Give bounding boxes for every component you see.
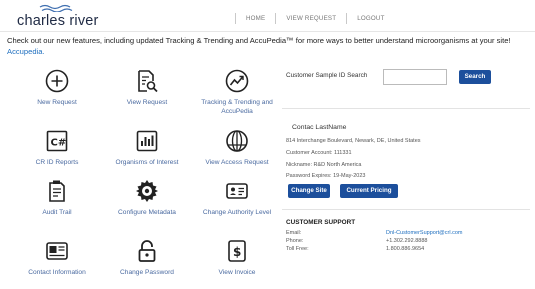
contact-address: 814 Interchange Boulevard, Newark, DE, U… — [286, 138, 421, 144]
view-request-tile[interactable]: View Request — [102, 68, 192, 107]
password-expiry: Password Expires: 19-May-2023 — [286, 173, 366, 179]
tile-label-view-invoice: View Invoice — [218, 269, 256, 276]
tile-label-cr-id-reports: CR ID Reports — [35, 159, 79, 166]
organisms-of-interest-tile[interactable]: Organisms of Interest — [102, 128, 192, 167]
document-search-icon — [138, 70, 158, 93]
gear-icon — [136, 180, 158, 202]
support-tollfree: 1.800.886.9654 — [386, 246, 425, 252]
search-button[interactable]: Search — [459, 70, 491, 84]
tile-label-contact-information: Contact Information — [28, 269, 86, 276]
tile-label-view-access-request: View Access Request — [205, 159, 269, 166]
cr-id-reports-tile[interactable]: C# CR ID Reports — [12, 128, 102, 167]
bar-chart-icon — [136, 130, 158, 152]
view-access-request-tile[interactable]: View Access Request — [192, 128, 282, 167]
svg-text:C#: C# — [51, 138, 67, 149]
padlock-icon — [138, 240, 156, 262]
configure-metadata-tile[interactable]: Configure Metadata — [102, 178, 192, 217]
svg-text:$: $ — [233, 245, 241, 259]
contact-name: Contac LastName — [292, 124, 347, 131]
header-divider — [0, 31, 535, 32]
dollar-invoice-icon: $ — [228, 240, 246, 262]
action-grid: New Request View Request Tracking & Tren… — [12, 62, 282, 287]
header: charles river HOME VIEW REQUEST LOGOUT — [0, 0, 535, 29]
tile-label-change-authority-level: Change Authority Level — [202, 209, 272, 216]
tile-label-configure-metadata: Configure Metadata — [118, 209, 176, 216]
id-card-icon — [226, 183, 248, 199]
support-tollfree-label: Toll Free: — [286, 246, 309, 252]
contact-card-icon — [46, 242, 68, 260]
account-panel: Customer Sample ID Search Search Contac … — [282, 62, 530, 287]
tile-label-new-request: New Request — [37, 99, 77, 106]
change-password-tile[interactable]: Change Password — [102, 238, 192, 277]
support-phone: +1.302.292.8888 — [386, 238, 428, 244]
support-email-label: Email: — [286, 230, 302, 236]
support-email-link[interactable]: Dnl-CustomerSupport@crl.com — [386, 230, 463, 236]
support-phone-label: Phone: — [286, 238, 304, 244]
tile-label-view-request: View Request — [126, 99, 168, 106]
tile-label-tracking-trending: Tracking & Trending and AccuPedia — [201, 99, 273, 115]
nav-home-link[interactable]: HOME — [236, 15, 275, 22]
nav-logout-link[interactable]: LOGOUT — [347, 15, 394, 22]
change-site-button[interactable]: Change Site — [288, 184, 330, 198]
tile-label-change-password: Change Password — [120, 269, 174, 276]
change-authority-level-tile[interactable]: Change Authority Level — [192, 178, 282, 217]
sample-search-label: Customer Sample ID Search — [286, 72, 368, 79]
current-pricing-button[interactable]: Current Pricing — [340, 184, 398, 198]
audit-trail-tile[interactable]: Audit Trail — [12, 178, 102, 217]
csharp-report-icon: C# — [46, 130, 68, 152]
contact-information-tile[interactable]: Contact Information — [12, 238, 102, 277]
tile-label-organisms-of-interest: Organisms of Interest — [115, 159, 179, 166]
section-divider — [282, 209, 530, 210]
customer-account: Customer Account: 111331 — [286, 150, 352, 156]
plus-circle-icon — [45, 69, 69, 93]
trend-chart-icon — [225, 69, 249, 93]
sample-id-search-input[interactable] — [383, 69, 447, 85]
tile-label-audit-trail: Audit Trail — [42, 209, 72, 216]
view-invoice-tile[interactable]: $ View Invoice — [192, 238, 282, 277]
section-divider — [282, 108, 530, 109]
access-globe-icon — [226, 130, 248, 152]
customer-support-heading: CUSTOMER SUPPORT — [286, 219, 356, 226]
top-nav: HOME VIEW REQUEST LOGOUT — [235, 12, 395, 24]
logo-text: charles river — [17, 13, 99, 29]
account-nickname: Nickname: R&D North America — [286, 162, 362, 168]
feature-banner: Check out our new features, including up… — [7, 35, 532, 57]
logo-waves-icon — [39, 4, 73, 12]
accupedia-link[interactable]: Accupedia. — [7, 47, 45, 56]
charles-river-logo[interactable]: charles river — [17, 4, 109, 29]
banner-text: Check out our new features, including up… — [7, 36, 511, 45]
nav-view-request-link[interactable]: VIEW REQUEST — [276, 15, 346, 22]
audit-list-icon — [49, 180, 65, 202]
tracking-trending-tile[interactable]: Tracking & Trending and AccuPedia — [192, 68, 282, 116]
new-request-tile[interactable]: New Request — [12, 68, 102, 107]
